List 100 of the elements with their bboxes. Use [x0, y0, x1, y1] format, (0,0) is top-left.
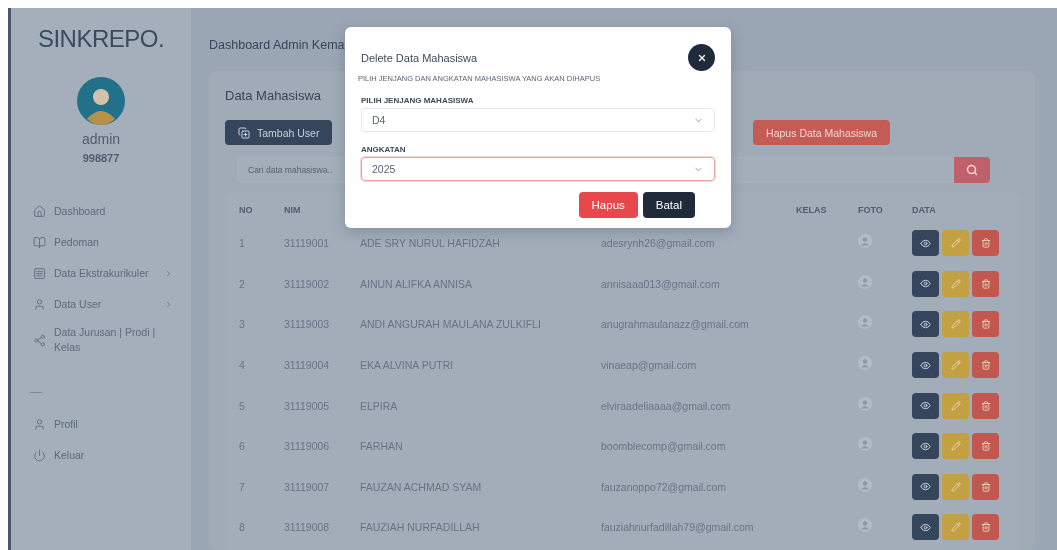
- column-header: KELAS: [796, 204, 828, 215]
- sidebar-item[interactable]: Data Ekstrakurikuler: [33, 263, 173, 283]
- close-icon: [696, 52, 707, 63]
- share-icon: [33, 333, 46, 347]
- delete-button[interactable]: [972, 433, 999, 460]
- sidebar-item-label: Keluar: [54, 447, 86, 463]
- dialog-title: Delete Data Mahasiswa: [361, 51, 478, 64]
- sidebar-item-label: Pedoman: [54, 234, 100, 250]
- table-cell-text: fauziahnurfadillah79@gmail.com: [601, 521, 755, 534]
- sidebar-item-label: Dashboard: [54, 203, 107, 219]
- trash-icon: [980, 400, 991, 411]
- user-avatar-icon: [858, 356, 872, 371]
- delete-button[interactable]: [972, 392, 999, 419]
- list-icon: [33, 266, 46, 280]
- table-cell-text: ANDI ANGURAH MAULANA ZULKIFLI: [360, 318, 542, 331]
- sidebar-item-label: Data User: [54, 296, 103, 312]
- book-icon: [33, 235, 46, 249]
- select-field[interactable]: D4: [361, 108, 715, 132]
- sidebar-item[interactable]: Data User: [33, 294, 173, 314]
- brand-logo: SINKREPO.: [36, 25, 166, 53]
- sidebar-item[interactable]: Profil: [33, 414, 173, 434]
- trash-icon: [980, 481, 991, 492]
- delete-button[interactable]: [972, 514, 999, 541]
- user-avatar-icon: [858, 437, 872, 452]
- table-cell-text: anugrahmaulanazz@gmail.com: [601, 318, 750, 331]
- table-cell-text: 31119005: [284, 399, 331, 412]
- sidebar-item-label: Data Jurusan | Prodi | Kelas: [54, 325, 157, 355]
- table-cell-text: 31119007: [284, 480, 331, 493]
- view-button[interactable]: [912, 352, 939, 379]
- add-icon: [238, 126, 250, 139]
- pencil-icon: [950, 278, 961, 289]
- table-cell-text: FAUZAN ACHMAD SYAM: [360, 480, 483, 493]
- view-button[interactable]: [912, 433, 939, 460]
- user-avatar-icon: [858, 518, 872, 533]
- power-icon: [33, 448, 46, 462]
- select-field[interactable]: 2025: [361, 157, 715, 181]
- table-cell-text: 3: [239, 318, 246, 331]
- table-cell-text: ADE SRY NURUL HAFIDZAH: [360, 237, 501, 250]
- field-label: ANGKATAN: [361, 145, 407, 154]
- profile-name: admin: [80, 131, 122, 147]
- table-cell-text: AINUN ALIFKA ANNISA: [360, 277, 474, 290]
- table-cell-text: fauzanoppo72@gmail.com: [601, 480, 728, 493]
- trash-icon: [980, 360, 991, 371]
- column-header: DATA: [912, 204, 937, 215]
- table-cell-text: 31119001: [284, 237, 331, 250]
- table-cell-text: adesrynh26@gmail.com: [601, 237, 716, 250]
- avatar-icon: [77, 77, 125, 125]
- table-cell-text: 31119006: [284, 440, 331, 453]
- search-icon: [966, 164, 978, 176]
- pencil-icon: [950, 238, 961, 249]
- delete-button[interactable]: [972, 230, 999, 257]
- table-cell-text: 31119004: [284, 359, 331, 372]
- view-button[interactable]: [912, 473, 939, 500]
- table-cell-text: 31119008: [284, 521, 331, 534]
- table-cell-text: 2: [239, 277, 246, 290]
- delete-button[interactable]: [972, 473, 999, 500]
- user-avatar-icon: [858, 234, 872, 249]
- delete-button[interactable]: [972, 270, 999, 297]
- field-label: PILIH JENJANG MAHASISWA: [361, 96, 475, 105]
- table-cell-text: FARHAN: [360, 440, 404, 453]
- eye-icon: [920, 359, 931, 371]
- view-button[interactable]: [912, 230, 939, 257]
- user-icon: [33, 417, 46, 431]
- trash-icon: [980, 238, 991, 249]
- search-button[interactable]: [954, 157, 990, 183]
- profile-id: 998877: [81, 152, 121, 164]
- delete-button[interactable]: [972, 352, 999, 379]
- sidebar-item[interactable]: Pedoman: [33, 232, 173, 252]
- view-button[interactable]: [912, 311, 939, 338]
- trash-icon: [980, 522, 991, 533]
- pencil-icon: [950, 522, 961, 533]
- pencil-icon: [950, 441, 961, 452]
- eye-icon: [920, 440, 931, 452]
- eye-icon: [920, 481, 931, 493]
- user-avatar-icon: [858, 477, 872, 492]
- sidebar-item[interactable]: Dashboard: [33, 201, 173, 221]
- column-header: NIM: [284, 204, 302, 215]
- view-button[interactable]: [912, 392, 939, 419]
- cancel-button[interactable]: Batal: [642, 192, 695, 218]
- user-avatar-icon: [858, 315, 872, 330]
- trash-icon: [980, 319, 991, 330]
- sidebar-item[interactable]: Keluar: [33, 445, 173, 465]
- delete-data-button[interactable]: Hapus Data Mahasiswa: [753, 120, 890, 145]
- table-cell-text: 31119003: [284, 318, 331, 331]
- user-avatar-icon: [858, 396, 872, 411]
- home-icon: [33, 204, 46, 218]
- add-user-button[interactable]: Tambah User: [225, 120, 333, 145]
- pencil-icon: [950, 481, 961, 492]
- close-button[interactable]: [688, 44, 715, 71]
- sidebar-item[interactable]: Data Jurusan | Prodi | Kelas: [33, 325, 173, 355]
- view-button[interactable]: [912, 270, 939, 297]
- card-title: Data Mahasiswa: [225, 88, 322, 103]
- trash-icon: [980, 441, 991, 452]
- table-cell-text: boomblecomp@gmail.com: [601, 440, 727, 453]
- sidebar-item-label: Profil: [54, 416, 79, 432]
- delete-button[interactable]: Hapus: [578, 192, 638, 218]
- view-button[interactable]: [912, 514, 939, 541]
- page-title: Dashboard Admin Kema: [209, 38, 345, 52]
- delete-button[interactable]: [972, 311, 999, 338]
- eye-icon: [920, 237, 931, 249]
